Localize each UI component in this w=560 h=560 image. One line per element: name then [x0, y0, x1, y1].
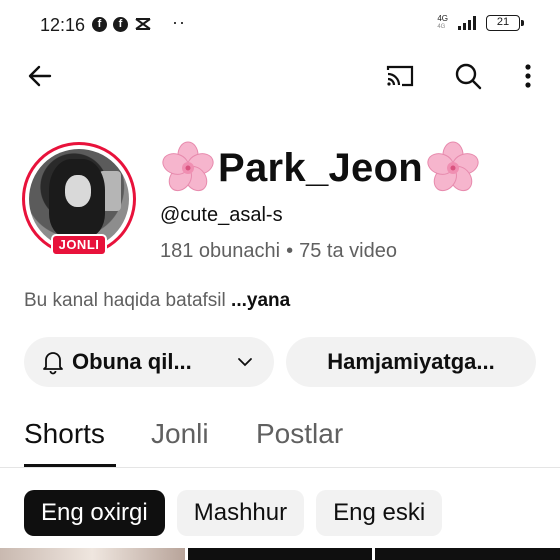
cherry-blossom-icon — [427, 141, 479, 192]
video-count: 75 ta video — [299, 240, 397, 262]
notification-icons: f f — [92, 17, 152, 32]
short-thumbnail[interactable] — [0, 548, 185, 560]
tab-shorts[interactable]: Shorts — [24, 418, 105, 450]
search-button[interactable] — [448, 56, 488, 96]
facebook-icon: f — [113, 17, 128, 32]
channel-handle: @cute_asal-s — [160, 204, 283, 226]
subscribe-label: Obuna qil... — [72, 349, 192, 374]
top-toolbar — [0, 52, 560, 100]
community-button[interactable]: Hamjamiyatga... — [286, 337, 536, 387]
chip-latest[interactable]: Eng oxirgi — [24, 490, 165, 536]
arrow-left-icon — [28, 65, 52, 87]
system-status: 4G 4G 21 — [437, 14, 524, 31]
status-bar: 12:16 f f ·· 4G 4G 21 — [0, 0, 560, 52]
channel-about[interactable]: Bu kanal haqida batafsil ...yana — [24, 290, 290, 312]
channel-stats: 181 obunachi • 75 ta video — [160, 240, 397, 263]
cherry-blossom-icon — [162, 141, 214, 192]
search-icon — [455, 63, 482, 90]
chip-popular[interactable]: Mashhur — [176, 490, 305, 536]
channel-name: Park_Jeon — [218, 145, 424, 190]
subscriber-count: 181 obunachi — [160, 240, 281, 262]
bell-icon — [43, 352, 63, 375]
signal-icon — [458, 16, 476, 30]
channel-actions: Obuna qil... Hamjamiyatga... — [24, 337, 536, 387]
channel-tabs: Shorts Jonli Postlar — [0, 404, 560, 468]
channel-title-row: Park_Jeon — [160, 140, 481, 196]
tab-posts[interactable]: Postlar — [256, 418, 343, 450]
short-thumbnail[interactable] — [375, 548, 560, 560]
tab-live[interactable]: Jonli — [151, 418, 209, 450]
sort-chips: Eng oxirgi Mashhur Eng eski — [24, 490, 443, 536]
cast-button[interactable] — [380, 56, 420, 96]
short-thumbnail[interactable] — [187, 548, 373, 560]
back-button[interactable] — [20, 56, 60, 96]
more-notifications-icon: ·· — [172, 12, 186, 32]
stats-separator: • — [286, 240, 294, 262]
channel-avatar[interactable]: JONLI — [22, 142, 136, 256]
active-tab-indicator — [24, 464, 116, 467]
facebook-icon: f — [92, 17, 107, 32]
live-badge: JONLI — [51, 234, 107, 256]
chip-oldest[interactable]: Eng eski — [316, 490, 443, 536]
cast-icon — [386, 65, 414, 87]
community-label: Hamjamiyatga... — [327, 349, 495, 374]
battery-icon: 21 — [486, 15, 524, 31]
chevron-down-icon — [238, 358, 252, 367]
status-time: 12:16 — [40, 15, 86, 35]
about-more-link[interactable]: ...yana — [231, 290, 290, 311]
shorts-grid — [0, 548, 560, 560]
capcut-icon — [135, 18, 151, 30]
more-vert-icon — [525, 64, 531, 88]
network-type: 4G 4G — [437, 14, 448, 31]
subscribe-button[interactable]: Obuna qil... — [24, 337, 274, 387]
more-options-button[interactable] — [508, 56, 548, 96]
about-text: Bu kanal haqida batafsil — [24, 290, 226, 311]
